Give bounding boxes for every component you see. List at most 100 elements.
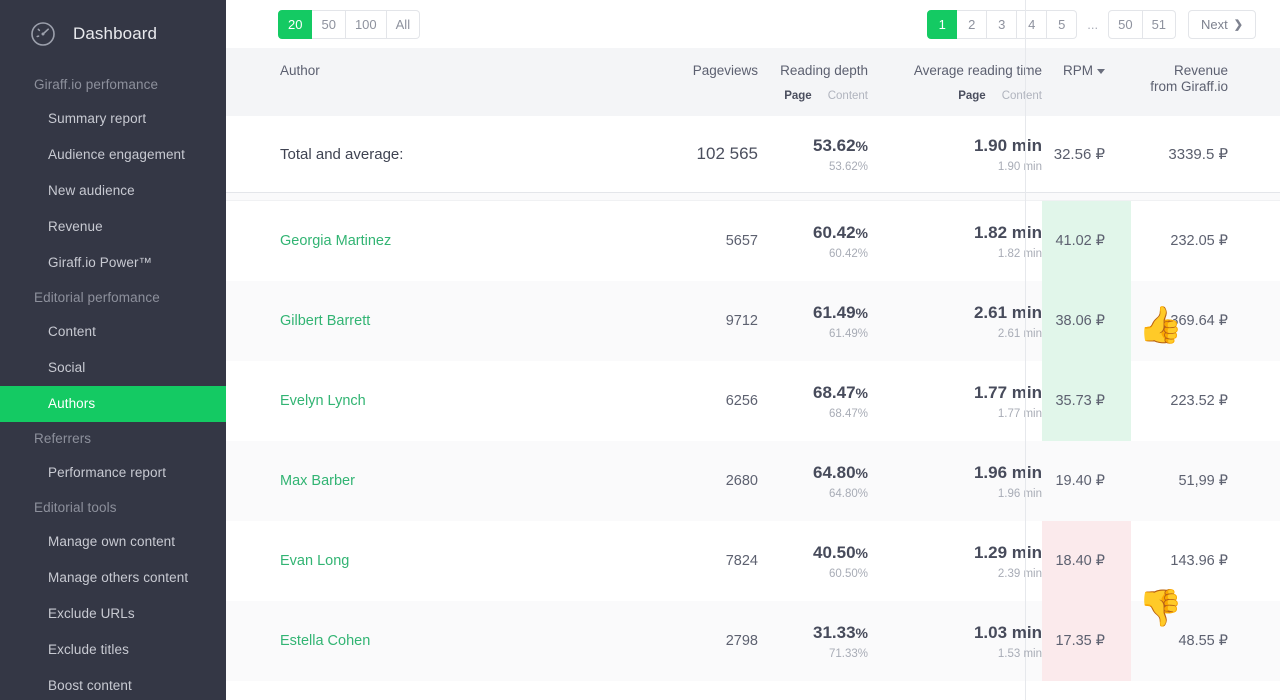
cell-depth-unit: % [855,624,868,641]
column-divider [1025,0,1026,700]
sidebar-item-boost-content[interactable]: Boost content [0,668,226,700]
page-size-all[interactable]: All [386,9,421,39]
author-link[interactable]: Max Barber [280,473,355,489]
totals-label: Total and average: [280,145,404,163]
page-2[interactable]: 2 [957,9,988,39]
cell-reading-time: 1.29 min 2.39 min [868,543,1042,580]
column-header-reading-depth-label: Reading depth [780,63,868,78]
cell-depth-content: 68.47% [828,407,868,420]
page-1[interactable]: 1 [927,9,958,39]
cell-reading-depth: 31.33% 71.33% [758,623,868,660]
page-4[interactable]: 4 [1017,9,1048,39]
sidebar-item-performance-report[interactable]: Performance report [0,455,226,491]
cell-pageviews: 2798 [725,633,758,649]
page-size-50[interactable]: 50 [312,9,346,39]
cell-time-content: 2.61 min [997,327,1042,340]
author-link[interactable]: Evan Long [280,553,349,569]
cell-rpm: 17.35 ₽ [1042,601,1131,681]
cell-depth-unit: % [855,224,868,241]
sidebar-item-manage-others-content[interactable]: Manage others content [0,560,226,596]
sidebar-item-exclude-urls[interactable]: Exclude URLs [0,596,226,632]
sidebar-item-exclude-titles[interactable]: Exclude titles [0,632,226,668]
pagination-pages-left[interactable]: 12345 [927,9,1078,39]
column-header-average-reading-time[interactable]: Average reading time Page Content [868,48,1042,102]
author-link[interactable]: Estella Cohen [280,633,370,649]
cell-time-page: 1.29 min [973,542,1042,562]
sidebar-item-authors[interactable]: Authors [0,386,226,422]
table-row[interactable]: Evelyn Lynch 6256 68.47% 68.47% 1.77 min 1.77… [226,0,1280,700]
cell-depth-content: 61.49% [828,327,868,340]
cell-time-page: 1.96 min [973,462,1042,482]
sidebar-item-manage-own-content[interactable]: Manage own content [0,524,226,560]
author-link[interactable]: Evelyn Lynch [280,393,366,409]
sidebar-item-giraff-io-power[interactable]: Giraff.io Power™ [0,245,226,281]
page-size-100[interactable]: 100 [345,9,387,39]
page-5[interactable]: 5 [1047,9,1078,39]
brand-header[interactable]: Dashboard [0,0,226,68]
sidebar-item-summary-report[interactable]: Summary report [0,101,226,137]
sidebar-item-revenue[interactable]: Revenue [0,209,226,245]
cell-time-page: 1.77 min [973,382,1042,402]
totals-time-content: 1.90 min [997,160,1042,173]
cell-reading-time: 1.96 min 1.96 min [868,463,1042,500]
cell-depth-content: 60.42% [828,247,868,260]
cell-reading-depth: 68.47% 68.47% [758,383,868,420]
page-size-selector[interactable]: 20 50 100 All [278,9,421,39]
column-header-reading-depth[interactable]: Reading depth Page Content [758,48,868,102]
sidebar-group-title: Referrers [34,431,92,446]
column-header-pageviews[interactable]: Pageviews [556,48,758,79]
totals-depth-content: 53.62% [828,160,868,173]
cell-reading-time: 1.77 min 1.77 min [868,383,1042,420]
reading-time-tab-page[interactable]: Page [958,90,986,102]
reading-time-tab-content[interactable]: Content [1002,90,1042,102]
table-header: Author Pageviews Reading depth Page Cont… [226,48,1280,116]
sidebar-item-new-audience[interactable]: New audience [0,173,226,209]
table-row[interactable]: Evan Long 7824 40.50% 60.50% 1.29 min 2.39 mi… [226,0,1280,700]
cell-depth-unit: % [855,464,868,481]
cell-depth-content: 71.33% [828,647,868,660]
table-row[interactable]: Gilbert Barrett 9712 61.49% 61.49% 2.61 min 2… [226,0,1280,700]
author-link[interactable]: Georgia Martinez [280,233,391,249]
pagination-pages-right[interactable]: 50 51 [1108,9,1177,39]
cell-time-page: 1.03 min [973,622,1042,642]
cell-time-content: 1.82 min [997,247,1042,260]
author-link[interactable]: Gilbert Barrett [280,313,370,329]
cell-reading-time: 1.03 min 1.53 min [868,623,1042,660]
cell-rpm: 19.40 ₽ [1055,473,1105,489]
cell-revenue: 48.55 ₽ [1178,633,1228,649]
page-50[interactable]: 50 [1108,9,1143,39]
page-3[interactable]: 3 [987,9,1018,39]
table-row[interactable]: Georgia Martinez 5657 60.42% 60.42% 1.82 min… [226,0,1280,700]
brand-title: Dashboard [73,24,158,43]
table-row[interactable]: Max Barber 2680 64.80% 64.80% 1.96 min 1.96 m… [226,0,1280,700]
page-51[interactable]: 51 [1142,9,1177,39]
column-header-author[interactable]: Author [226,48,556,79]
next-page-button[interactable]: Next ❯ [1188,9,1256,39]
reading-depth-tab-page[interactable]: Page [784,90,812,102]
table-row[interactable]: Estella Cohen 2798 31.33% 71.33% 1.03 min 1.5… [226,0,1280,700]
sidebar-item-audience-engagement[interactable]: Audience engagement [0,137,226,173]
cell-reading-time: 2.61 min 2.61 min [868,303,1042,340]
totals-depth-page: 53.62 [813,135,856,155]
cell-depth-page: 61.49 [813,302,856,322]
totals-depth-unit: % [855,137,868,154]
cell-depth-page: 68.47 [813,382,856,402]
cell-depth-unit: % [855,304,868,321]
totals-revenue: 3339.5 ₽ [1168,146,1228,163]
column-header-rpm-label: RPM [1063,63,1093,78]
column-header-revenue[interactable]: Revenue from Giraff.io [1131,48,1252,95]
sidebar-item-social[interactable]: Social [0,350,226,386]
cell-reading-depth: 60.42% 60.42% [758,223,868,260]
totals-rpm: 32.56 ₽ [1053,146,1105,163]
table-body: Georgia Martinez 5657 60.42% 60.42% 1.82 min… [226,0,1280,700]
sidebar-item-content[interactable]: Content [0,314,226,350]
column-header-rpm[interactable]: RPM [1042,48,1131,79]
cell-pageviews: 2680 [725,473,758,489]
cell-reading-depth: 40.50% 60.50% [758,543,868,580]
page-size-20[interactable]: 20 [278,9,313,39]
cell-time-content: 1.96 min [997,487,1042,500]
column-header-revenue-line1: Revenue [1173,63,1228,78]
reading-depth-tab-content[interactable]: Content [828,90,868,102]
totals-reading-depth: 53.62% 53.62% [758,136,868,173]
horizontal-scrollbar-track[interactable] [226,192,1280,201]
